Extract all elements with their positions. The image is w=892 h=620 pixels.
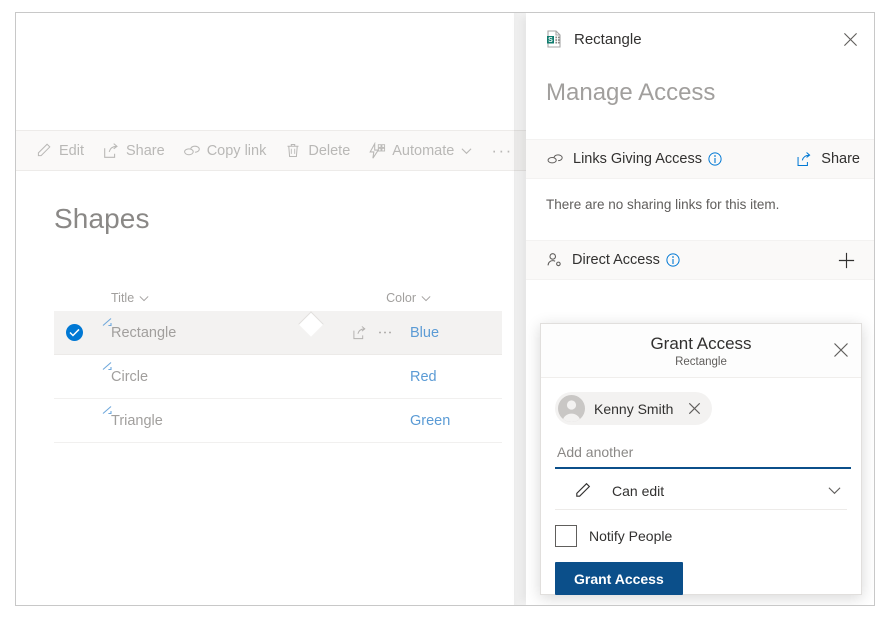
command-automate-label: Automate [392,142,455,159]
shared-indicator-icon [101,316,115,334]
grant-access-dialog: Grant Access Rectangle Kenny Smith Add a… [540,323,862,595]
list-page: Edit Share Copy link Delete Automate ···… [16,13,528,605]
sharepoint-list-item-icon: S [544,29,564,49]
row-share-icon[interactable] [346,325,372,341]
row-title-label: Triangle [111,412,163,429]
table-header-row: Title Color [54,285,502,311]
row-title-label: Rectangle [111,324,177,341]
row-title-cell: Rectangle [102,317,177,341]
add-another-input[interactable] [555,443,851,469]
command-edit-label: Edit [59,142,84,159]
shared-indicator-icon [101,404,115,422]
command-overflow-button[interactable]: ··· [491,141,512,161]
command-copy-link-label: Copy link [206,142,267,159]
close-icon[interactable] [827,336,855,364]
command-delete-label: Delete [308,142,351,159]
command-share-label: Share [126,142,165,159]
info-icon[interactable] [708,152,722,166]
permission-dropdown[interactable]: Can edit [555,472,847,510]
links-giving-access-header: Links Giving Access Share [526,139,874,179]
notify-people-checkbox[interactable] [555,525,577,547]
person-icon [546,252,563,268]
selected-person-pill[interactable]: Kenny Smith [555,392,713,425]
links-empty-message: There are no sharing links for this item… [546,197,780,212]
column-header-title-label: Title [111,291,135,305]
notify-people-label: Notify People [589,528,673,544]
share-button-label: Share [821,151,860,167]
panel-header: S Rectangle [526,13,874,65]
command-share[interactable]: Share [101,141,165,160]
chevron-down-icon [461,147,472,155]
trash-icon [283,141,302,160]
panel-heading: Manage Access [546,79,716,106]
link-icon [182,141,201,160]
table-row[interactable]: Circle Red [54,355,502,399]
share-button[interactable]: Share [795,151,860,168]
svg-text:S: S [548,37,553,44]
automate-icon [367,141,386,160]
row-color-cell[interactable]: Red [410,369,502,385]
grant-access-subtitle: Rectangle [675,356,727,368]
share-icon [795,151,813,168]
command-copy-link[interactable]: Copy link [182,141,267,160]
command-bar: Edit Share Copy link Delete Automate ··· [16,130,528,171]
row-more-dots: ⋮ [376,325,394,340]
page-title: Shapes [54,203,150,234]
chevron-down-icon [828,486,841,495]
grant-access-body: Kenny Smith Can edit Notify People G [541,378,861,595]
column-header-color-label: Color [386,291,416,305]
grant-access-button[interactable]: Grant Access [555,562,683,595]
grant-access-title: Grant Access [650,334,752,353]
permission-label: Can edit [612,482,665,499]
close-icon[interactable] [834,23,866,55]
direct-access-label: Direct Access [572,252,660,268]
row-title-label: Circle [111,368,149,385]
chevron-down-icon [421,295,431,302]
command-edit[interactable]: Edit [34,141,84,160]
row-title-cell: Circle [102,361,149,385]
chevron-down-icon [139,295,149,302]
notify-people-row[interactable]: Notify People [555,525,847,547]
items-table: Title Color Rectangle ⋮ Blue Circle Red … [54,285,502,443]
selected-person-name: Kenny Smith [594,400,674,417]
row-color-cell[interactable]: Green [410,413,502,429]
command-overflow-label: ··· [491,140,513,160]
shared-indicator-icon [101,360,115,378]
row-select-checkbox[interactable] [54,324,94,341]
app-window: Edit Share Copy link Delete Automate ···… [15,12,875,606]
info-icon[interactable] [666,253,680,267]
links-giving-access-label: Links Giving Access [573,151,702,167]
pencil-icon [573,481,592,500]
checkmark-icon [65,324,83,341]
direct-access-header: Direct Access [526,240,874,280]
grant-access-header: Grant Access Rectangle [541,324,861,378]
avatar [558,395,585,422]
row-color-cell[interactable]: Blue [410,325,502,341]
pencil-icon [34,141,53,160]
command-delete[interactable]: Delete [283,141,350,160]
share-icon [101,141,120,160]
panel-item-name: Rectangle [574,30,642,48]
row-more-menu-icon[interactable]: ⋮ [372,325,398,340]
command-automate[interactable]: Automate [367,141,472,160]
remove-person-icon[interactable] [684,399,704,419]
column-header-title[interactable]: Title [111,291,149,305]
row-title-cell: Triangle [102,405,163,429]
add-people-button[interactable] [832,246,860,274]
link-icon [546,151,564,167]
table-row[interactable]: Rectangle ⋮ Blue [54,311,502,355]
column-header-color[interactable]: Color [386,291,431,305]
table-row[interactable]: Triangle Green [54,399,502,443]
row-actions: ⋮ [346,325,398,341]
